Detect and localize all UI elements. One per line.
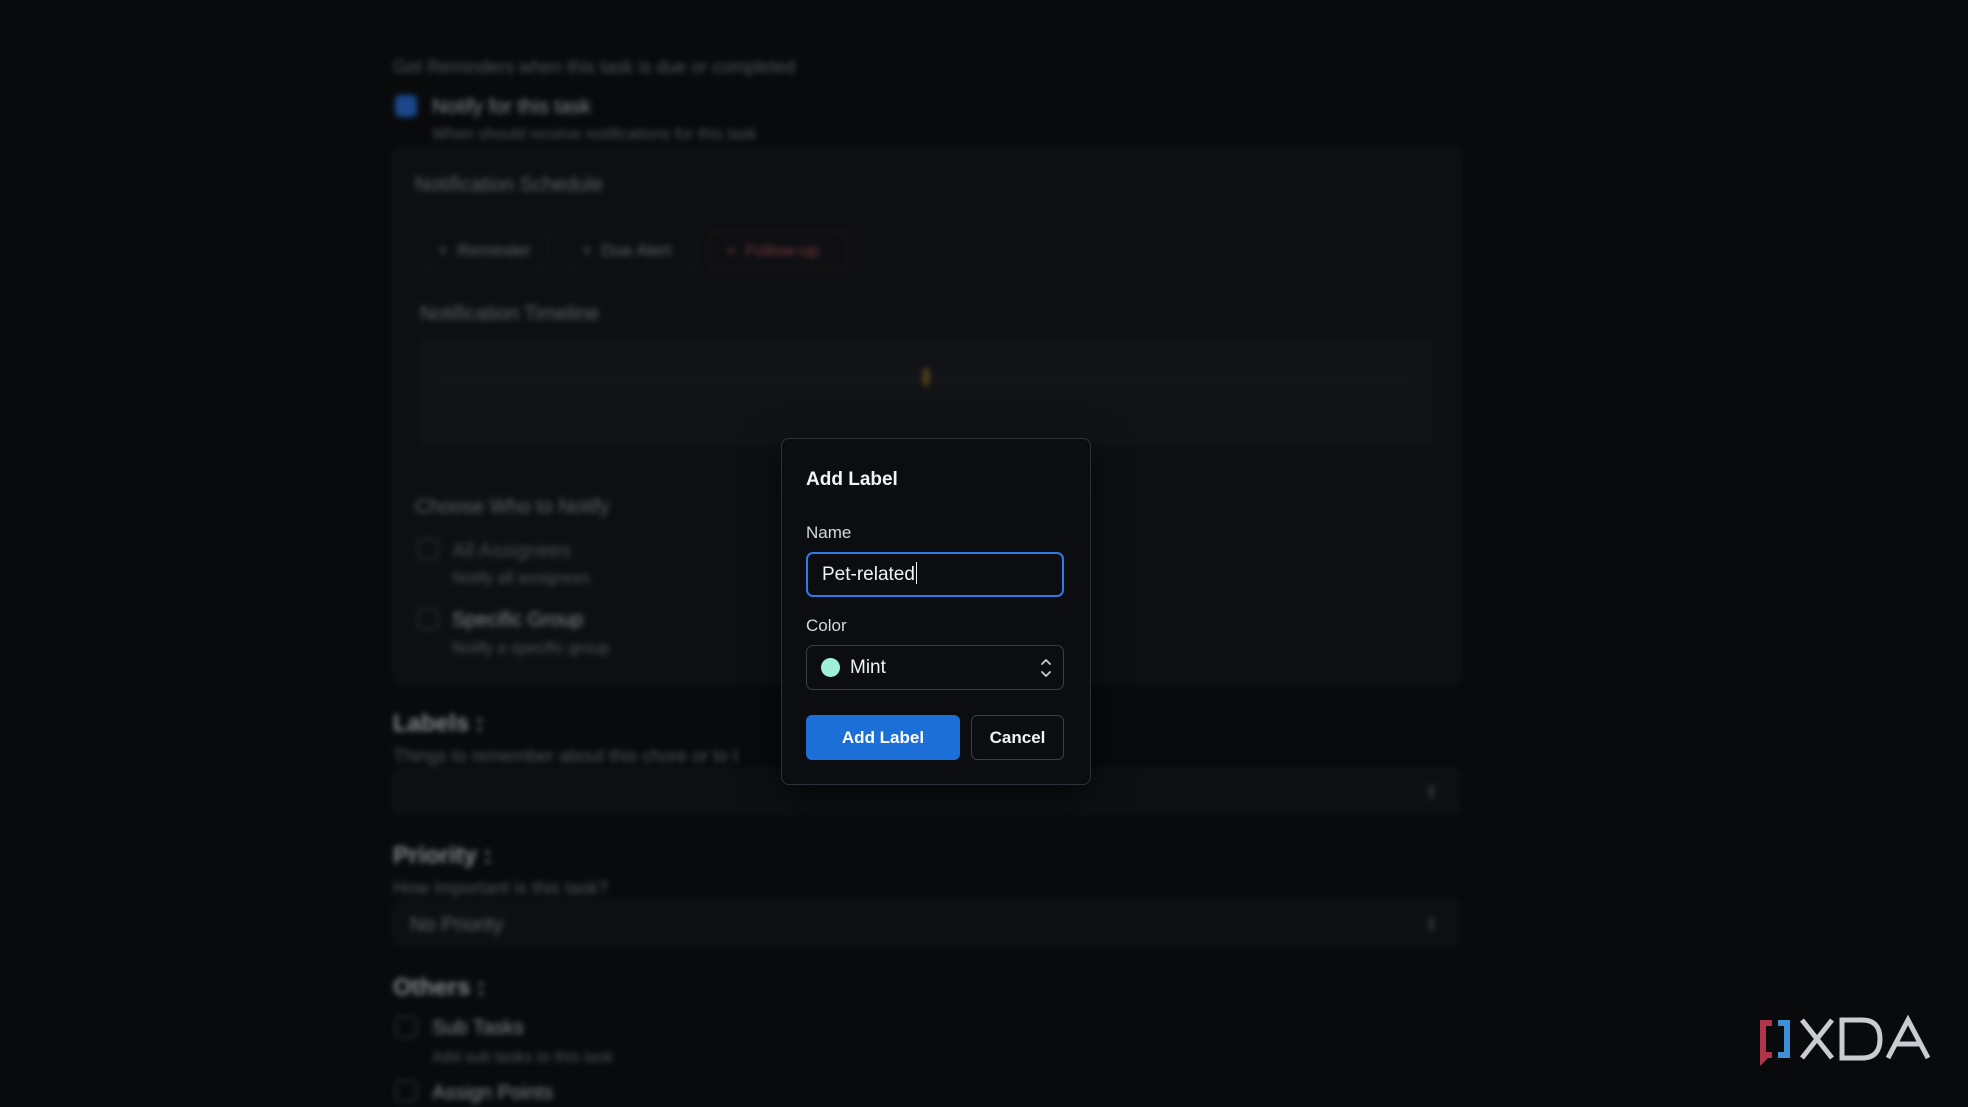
add-label-dialog: Add Label Name Pet-related Color Mint Ad… (781, 438, 1091, 785)
xda-logo (1760, 1014, 1931, 1066)
color-swatch (821, 658, 840, 677)
color-select[interactable]: Mint (806, 645, 1064, 690)
label-name-input[interactable]: Pet-related (806, 552, 1064, 597)
color-field-label: Color (806, 616, 847, 635)
add-label-button[interactable]: Add Label (806, 715, 960, 760)
text-cursor (915, 562, 917, 584)
label-name-value: Pet-related (822, 564, 915, 585)
cancel-button[interactable]: Cancel (971, 715, 1064, 760)
name-field-label: Name (806, 523, 852, 542)
chevron-up-down-icon (1041, 659, 1051, 677)
dialog-title: Add Label (806, 469, 898, 490)
color-select-value: Mint (850, 657, 886, 678)
screen: Get Reminders when this task is due or c… (0, 0, 1968, 1107)
